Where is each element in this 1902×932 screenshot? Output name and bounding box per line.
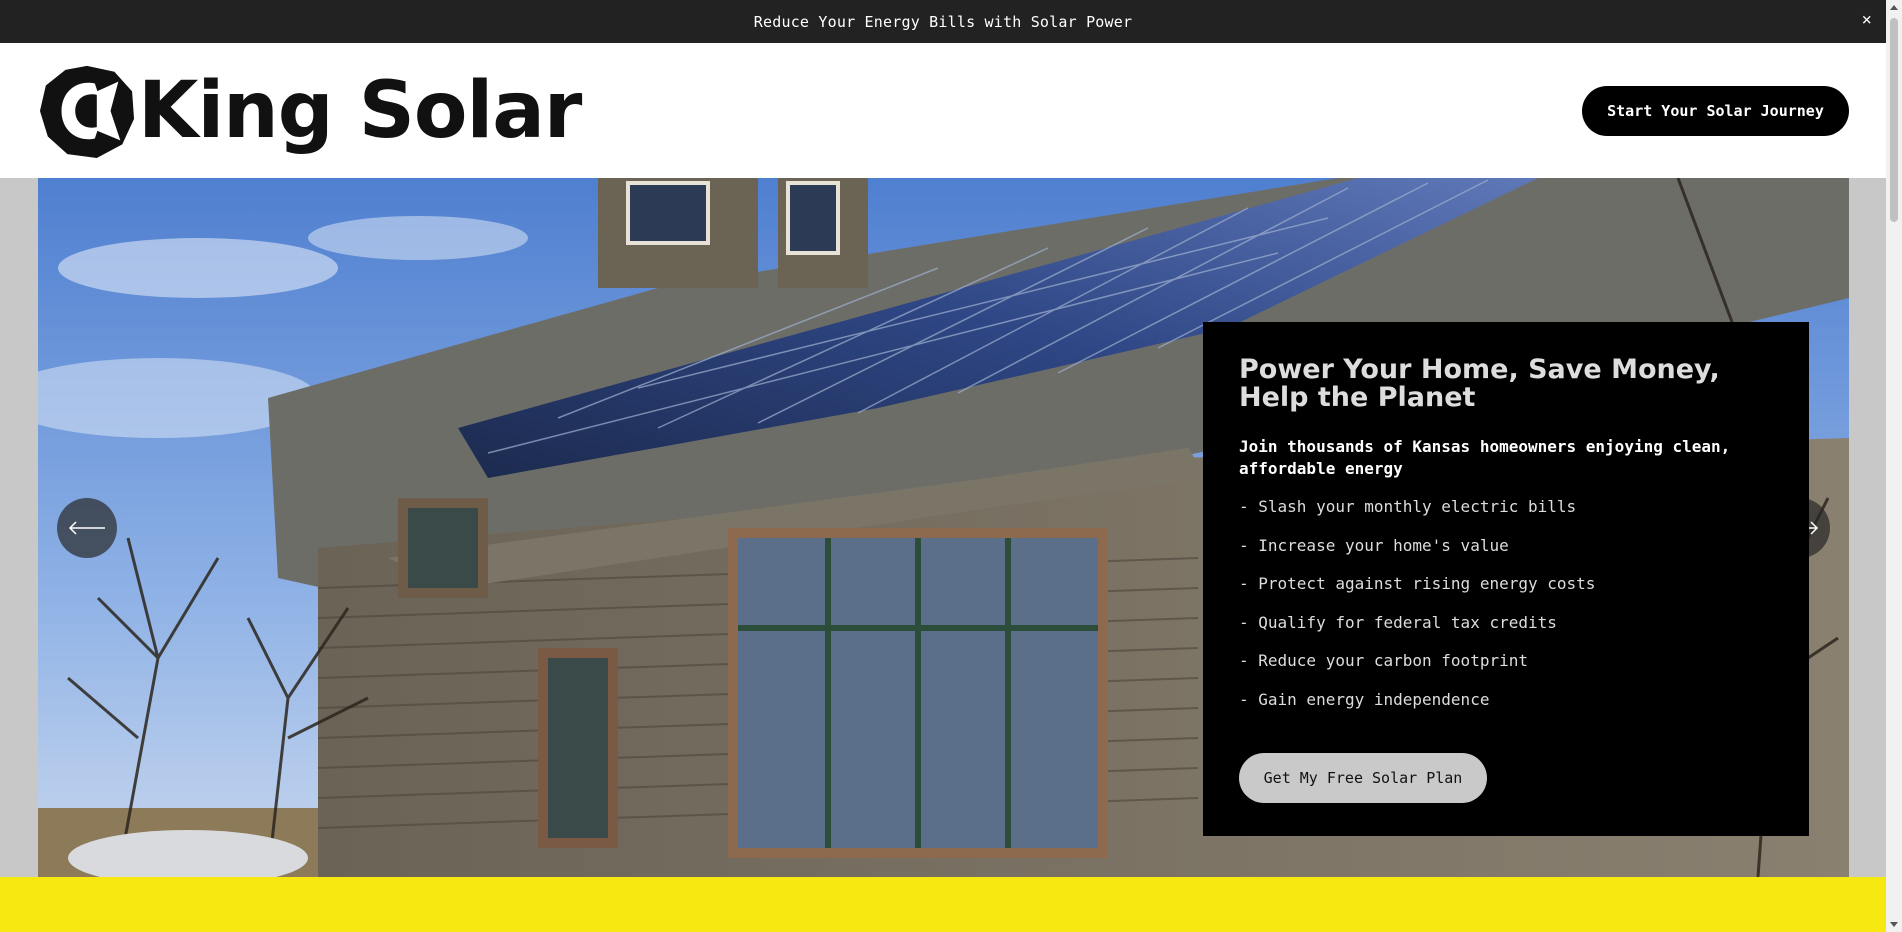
hero-subtitle: Join thousands of Kansas homeowners enjo… xyxy=(1239,437,1731,478)
benefit-item: - Reduce your carbon footprint xyxy=(1239,651,1528,670)
hero-title: Power Your Home, Save Money, Help the Pl… xyxy=(1239,354,1720,413)
benefit-item: - Gain energy independence xyxy=(1239,689,1490,709)
benefit-item: - Increase your home's value xyxy=(1239,535,1509,555)
announcement-text: Reduce Your Energy Bills with Solar Powe… xyxy=(753,12,1133,31)
logo-text: King Solar xyxy=(138,66,582,156)
get-free-solar-plan-button[interactable]: Get My Free Solar Plan xyxy=(1239,753,1487,803)
yellow-section xyxy=(0,877,1886,932)
scroll-up-icon[interactable] xyxy=(1890,5,1898,10)
close-icon[interactable]: × xyxy=(1862,10,1872,30)
hero-slider: Power Your Home, Save Money, Help the Pl… xyxy=(38,178,1849,877)
page-scrollbar[interactable] xyxy=(1886,0,1902,932)
logo-mark-icon xyxy=(39,65,135,159)
start-solar-journey-button[interactable]: Start Your Solar Journey xyxy=(1582,86,1849,136)
site-header: King Solar Start Your Solar Journey xyxy=(0,43,1886,178)
scroll-down-icon[interactable] xyxy=(1890,922,1898,927)
benefits-list: - Slash your monthly electric bills - In… xyxy=(1239,496,1773,711)
logo[interactable]: King Solar xyxy=(38,61,582,161)
benefit-item: - Slash your monthly electric bills xyxy=(1239,497,1577,516)
benefit-item: - Protect against rising energy costs xyxy=(1239,574,1596,593)
announcement-bar: Reduce Your Energy Bills with Solar Powe… xyxy=(0,0,1886,43)
prev-slide-button[interactable] xyxy=(57,498,117,558)
benefit-item: - Qualify for federal tax credits xyxy=(1239,612,1557,632)
scrollbar-thumb[interactable] xyxy=(1890,18,1898,222)
arrow-left-icon xyxy=(68,521,105,535)
hero-info-panel: Power Your Home, Save Money, Help the Pl… xyxy=(1203,322,1809,836)
